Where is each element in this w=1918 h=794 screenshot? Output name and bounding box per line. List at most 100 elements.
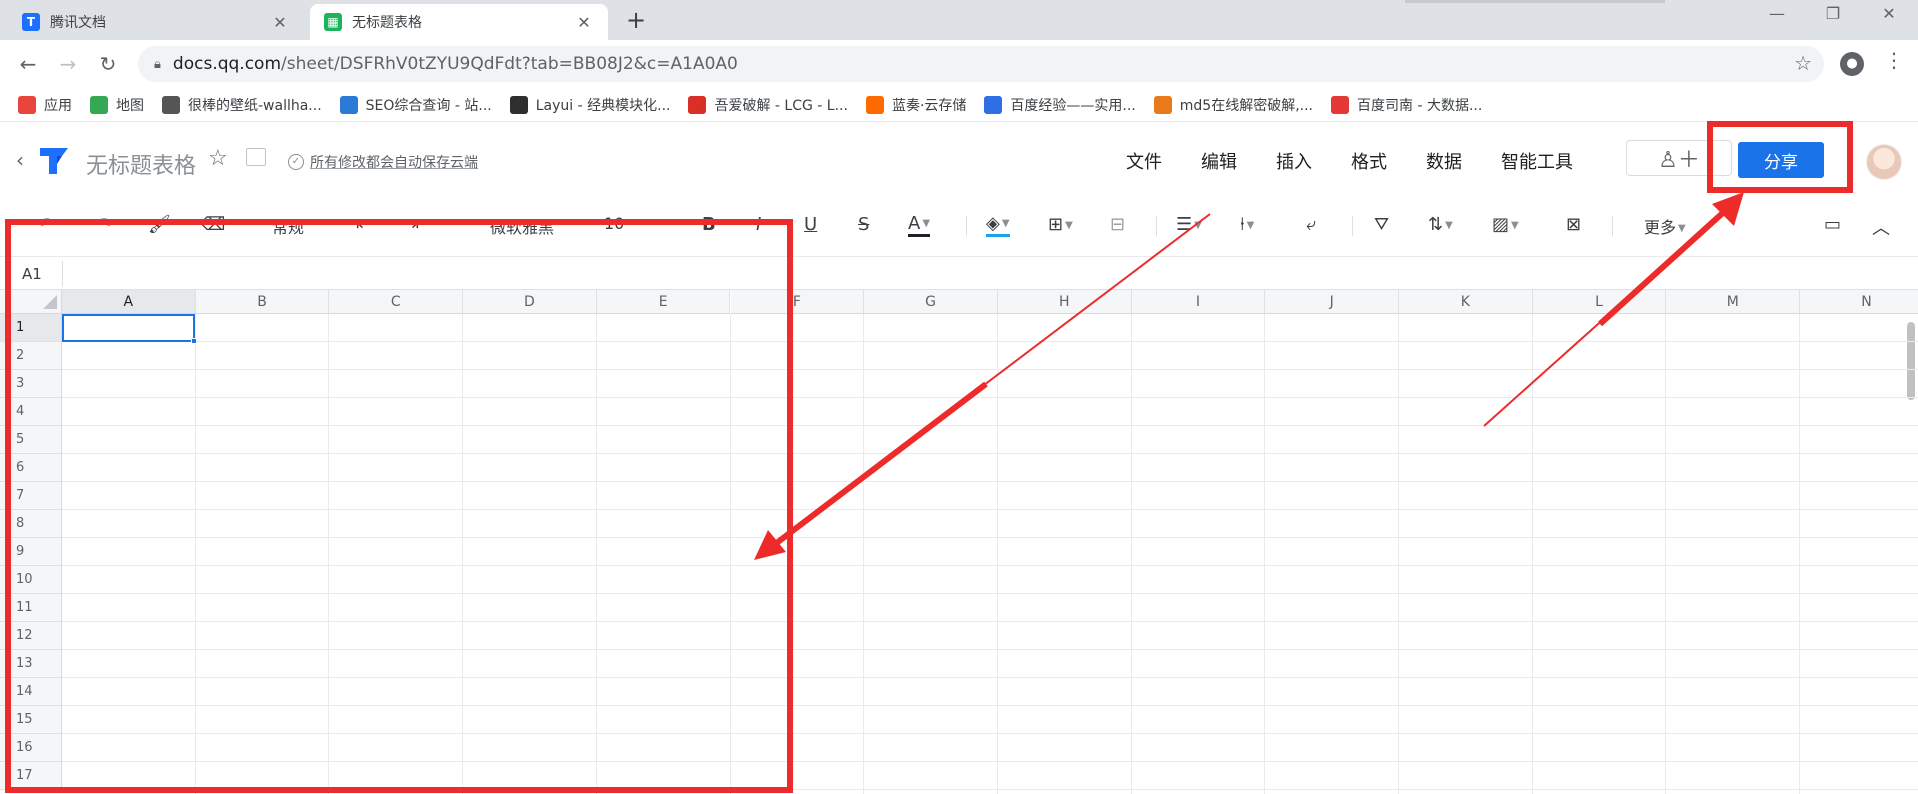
move-to-folder-icon[interactable] bbox=[246, 148, 266, 166]
share-button[interactable]: 分享 bbox=[1738, 142, 1824, 178]
active-cell-a1[interactable] bbox=[62, 314, 197, 344]
star-icon[interactable]: ☆ bbox=[208, 146, 228, 171]
bookmark-item[interactable]: 很棒的壁纸-wallha... bbox=[162, 95, 322, 115]
row-header-10[interactable]: 10 bbox=[0, 566, 62, 594]
column-header-n[interactable]: N bbox=[1800, 290, 1918, 314]
chevron-left-icon[interactable]: ‹ bbox=[16, 148, 24, 172]
underline-icon[interactable]: U bbox=[804, 214, 817, 235]
row-header-11[interactable]: 11 bbox=[0, 594, 62, 622]
column-header-f[interactable]: F bbox=[730, 290, 865, 314]
column-header-m[interactable]: M bbox=[1666, 290, 1801, 314]
redo-icon[interactable]: ↷ bbox=[98, 214, 113, 235]
row-header-14[interactable]: 14 bbox=[0, 678, 62, 706]
undo-icon[interactable]: ↶ bbox=[38, 214, 53, 235]
restore-icon[interactable]: ❐ bbox=[1810, 4, 1856, 23]
bookmark-item[interactable]: 百度经验——实用... bbox=[984, 95, 1136, 115]
row-header-8[interactable]: 8 bbox=[0, 510, 62, 538]
increase-decimal-icon[interactable]: ⇥ bbox=[404, 214, 419, 235]
menu-smart-tools[interactable]: 智能工具 bbox=[1501, 148, 1573, 174]
row-header-13[interactable]: 13 bbox=[0, 650, 62, 678]
bookmark-item[interactable]: 蓝奏·云存储 bbox=[865, 95, 966, 115]
row-header-5[interactable]: 5 bbox=[0, 426, 62, 454]
row-header-4[interactable]: 4 bbox=[0, 398, 62, 426]
row-header-3[interactable]: 3 bbox=[0, 370, 62, 398]
bookmark-item[interactable]: 百度司南 - 大数据... bbox=[1331, 95, 1482, 115]
vertical-align-icon[interactable]: ⍿ ▼ bbox=[1240, 214, 1254, 235]
column-header-h[interactable]: H bbox=[997, 290, 1132, 314]
menu-edit[interactable]: 编辑 bbox=[1201, 148, 1237, 174]
bookmark-item[interactable]: Layui - 经典模块化... bbox=[509, 95, 670, 115]
menu-format[interactable]: 格式 bbox=[1351, 148, 1387, 174]
column-header-i[interactable]: I bbox=[1131, 290, 1266, 314]
tencent-docs-logo-icon[interactable] bbox=[36, 144, 72, 176]
fill-color-icon[interactable]: ◈ ▼ bbox=[986, 214, 1010, 237]
column-header-e[interactable]: E bbox=[596, 290, 731, 314]
font-color-icon[interactable]: A ▼ bbox=[908, 214, 931, 237]
row-header-17[interactable]: 17 bbox=[0, 762, 62, 790]
row-header-12[interactable]: 12 bbox=[0, 622, 62, 650]
new-tab-plus-icon[interactable]: + bbox=[622, 6, 650, 34]
add-collaborator-button[interactable]: ♙＋ bbox=[1626, 140, 1732, 176]
close-icon[interactable]: ✕ bbox=[270, 13, 290, 32]
back-arrow-icon[interactable]: ← bbox=[14, 50, 42, 78]
bookmark-item[interactable]: SEO综合查询 - 站... bbox=[339, 95, 492, 115]
column-header-g[interactable]: G bbox=[864, 290, 998, 314]
row-header-7[interactable]: 7 bbox=[0, 482, 62, 510]
forward-arrow-icon[interactable]: → bbox=[54, 50, 82, 78]
browser-menu-icon[interactable]: ⋮ bbox=[1884, 48, 1904, 72]
row-header-6[interactable]: 6 bbox=[0, 454, 62, 482]
window-close-icon[interactable]: ✕ bbox=[1866, 4, 1912, 23]
font-family-select[interactable]: 微软雅黑 bbox=[490, 214, 554, 238]
number-format-select[interactable]: 常规 bbox=[272, 214, 304, 238]
bookmark-item[interactable]: 地图 bbox=[90, 95, 144, 115]
vertical-scrollbar[interactable] bbox=[1907, 322, 1915, 400]
bold-icon[interactable]: B bbox=[702, 214, 716, 235]
fill-handle[interactable] bbox=[191, 338, 197, 344]
more-button[interactable]: 更多 ▼ bbox=[1644, 214, 1686, 238]
merge-cells-icon[interactable]: ⊟ bbox=[1110, 214, 1125, 235]
browser-tab-untitled-sheet[interactable]: ▦ 无标题表格 ✕ bbox=[310, 4, 608, 40]
account-icon[interactable]: ● bbox=[1840, 52, 1864, 76]
column-header-k[interactable]: K bbox=[1399, 290, 1533, 314]
borders-icon[interactable]: ⊞ ▼ bbox=[1048, 214, 1073, 235]
freeze-icon[interactable]: ⊠ bbox=[1566, 214, 1581, 235]
sort-icon[interactable]: ⇅ ▼ bbox=[1428, 214, 1453, 235]
collapse-toolbar-icon[interactable]: ︿ bbox=[1872, 214, 1890, 240]
cell-reference-box[interactable]: A1 bbox=[22, 265, 42, 283]
row-header-1[interactable]: 1 bbox=[0, 314, 62, 342]
decrease-decimal-icon[interactable]: ⇤ bbox=[356, 214, 371, 235]
doc-title[interactable]: 无标题表格 bbox=[86, 148, 196, 180]
conditional-format-icon[interactable]: ▨ ▼ bbox=[1492, 214, 1519, 235]
format-painter-icon[interactable]: 🖌︎ bbox=[148, 214, 171, 235]
select-all-corner[interactable] bbox=[0, 290, 62, 314]
close-icon[interactable]: ✕ bbox=[574, 13, 594, 32]
filter-icon[interactable]: ⛛ bbox=[1374, 214, 1389, 235]
address-bar[interactable]: 🔒︎ docs.qq.com/sheet/DSFRhV0tZYU9QdFdt?t… bbox=[138, 46, 1824, 82]
column-header-c[interactable]: C bbox=[329, 290, 464, 314]
menu-insert[interactable]: 插入 bbox=[1276, 148, 1312, 174]
row-header-2[interactable]: 2 bbox=[0, 342, 62, 370]
row-header-16[interactable]: 16 bbox=[0, 734, 62, 762]
bookmark-star-icon[interactable]: ☆ bbox=[1794, 51, 1812, 75]
comment-icon[interactable]: ▭ bbox=[1824, 214, 1841, 235]
spreadsheet-grid[interactable]: A B C D E F G H I J K L M N 1 2 3 4 5 6 7 8 9 10 11 12 13 14 15 16 17 bbox=[0, 290, 1918, 794]
avatar[interactable] bbox=[1866, 144, 1902, 180]
bookmark-item[interactable]: md5在线解密破解,... bbox=[1153, 95, 1313, 115]
row-header-15[interactable]: 15 bbox=[0, 706, 62, 734]
browser-tab-tencent-docs[interactable]: T 腾讯文档 ✕ bbox=[8, 4, 304, 40]
horizontal-align-icon[interactable]: ☰ ▼ bbox=[1176, 214, 1202, 235]
column-header-j[interactable]: J bbox=[1265, 290, 1399, 314]
menu-file[interactable]: 文件 bbox=[1126, 148, 1162, 174]
bookmark-item[interactable]: 应用 bbox=[18, 95, 72, 115]
minimize-icon[interactable]: — bbox=[1754, 4, 1800, 23]
column-header-l[interactable]: L bbox=[1532, 290, 1667, 314]
bookmark-item[interactable]: 吾爱破解 - LCG - L... bbox=[688, 95, 848, 115]
wrap-text-icon[interactable]: ⤶ bbox=[1306, 214, 1316, 235]
menu-data[interactable]: 数据 bbox=[1426, 148, 1462, 174]
row-header-9[interactable]: 9 bbox=[0, 538, 62, 566]
font-size-select[interactable]: 10 bbox=[604, 214, 624, 233]
column-header-d[interactable]: D bbox=[463, 290, 597, 314]
column-header-a[interactable]: A bbox=[62, 290, 196, 314]
strikethrough-icon[interactable]: S bbox=[858, 214, 869, 235]
reload-icon[interactable]: ↻ bbox=[94, 50, 122, 78]
